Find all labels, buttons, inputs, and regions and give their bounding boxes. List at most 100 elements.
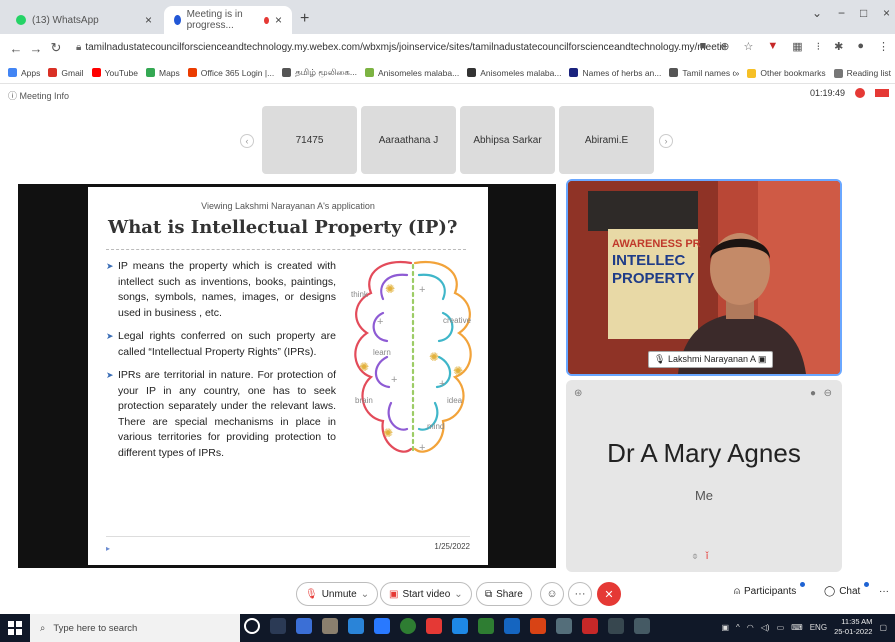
taskbar-search[interactable]: ⌕ Type here to search bbox=[30, 614, 240, 642]
shared-screen[interactable]: Viewing Lakshmi Narayanan A's applicatio… bbox=[18, 184, 556, 568]
extension-icon[interactable]: ⁝ bbox=[817, 40, 821, 53]
app-icon[interactable] bbox=[556, 618, 572, 634]
brain-word: learn bbox=[373, 348, 391, 357]
bookmark-names-of-herbs[interactable]: Names of herbs an... bbox=[569, 68, 661, 78]
tab-whatsapp[interactable]: (13) WhatsApp × bbox=[6, 6, 162, 34]
meeting-info-link[interactable]: ⓘ Meeting Info bbox=[8, 89, 69, 102]
tray-icon[interactable]: ▣ bbox=[721, 623, 729, 632]
bookmark-anisomeles-1[interactable]: Anisomeles malaba... bbox=[364, 68, 459, 78]
bookmark-office365[interactable]: Office 365 Login |... bbox=[187, 68, 274, 78]
chevron-down-icon[interactable]: ⌄ bbox=[361, 589, 369, 600]
task-view-icon[interactable] bbox=[270, 618, 286, 634]
strip-next-button[interactable]: › bbox=[659, 134, 673, 148]
participant-thumb[interactable]: Aaraathana J bbox=[361, 106, 456, 174]
app-icon[interactable] bbox=[608, 618, 624, 634]
star-icon[interactable]: ☆ bbox=[743, 40, 753, 53]
bullet-item: ➤ IP means the property which is created … bbox=[106, 259, 336, 321]
keyboard-icon[interactable]: ⌨ bbox=[791, 623, 803, 632]
forward-icon[interactable]: → bbox=[26, 41, 46, 56]
participant-thumb[interactable]: 71475 bbox=[262, 106, 357, 174]
chat-button[interactable]: ◯ Chat bbox=[824, 582, 870, 597]
bookmark-tamil-herbs[interactable]: தமிழ் மூலிகை... bbox=[282, 67, 357, 79]
participants-button[interactable]: ⍝ Participants bbox=[734, 582, 806, 597]
url-field[interactable]: 🔒︎ tamilnadustatecouncilforscienceandtech… bbox=[76, 38, 726, 58]
overflow-menu-button[interactable]: ··· bbox=[879, 586, 889, 597]
backdrop-text: AWARENESS PR bbox=[612, 238, 701, 250]
maximize-button[interactable]: □ bbox=[860, 6, 867, 20]
reactions-button[interactable]: ☺ bbox=[540, 582, 564, 606]
site-icon bbox=[569, 68, 579, 77]
chevron-up-icon[interactable]: ^ bbox=[736, 623, 740, 632]
unmute-button[interactable]: 🎙︎ Unmute ⌄ bbox=[296, 582, 379, 606]
strip-prev-button[interactable]: ‹ bbox=[240, 134, 254, 148]
volume-icon[interactable]: ◁) bbox=[761, 623, 770, 632]
divider bbox=[106, 249, 466, 250]
bookmarks-bar: Apps Gmail YouTube Maps Office 365 Login… bbox=[0, 62, 895, 84]
back-icon[interactable]: ← bbox=[6, 41, 26, 56]
menu-icon[interactable]: ⋮ bbox=[878, 40, 889, 53]
participant-thumb[interactable]: Abirami.E bbox=[559, 106, 654, 174]
start-video-button[interactable]: ▣ Start video ⌄ bbox=[380, 582, 472, 606]
reload-icon[interactable]: ↻ bbox=[46, 40, 66, 56]
close-tab-icon[interactable]: × bbox=[275, 13, 282, 27]
wifi-icon[interactable]: ◠ bbox=[747, 623, 754, 632]
more-bookmarks-button[interactable]: » bbox=[735, 68, 740, 78]
backdrop-text: INTELLEC bbox=[612, 252, 685, 269]
word-icon[interactable] bbox=[504, 618, 520, 634]
language-indicator[interactable]: ENG bbox=[810, 623, 827, 632]
other-bookmarks[interactable]: Other bookmarks bbox=[747, 68, 826, 78]
taskbar-clock[interactable]: 11:35 AM 25-01-2022 bbox=[834, 617, 872, 637]
battery-icon[interactable]: ▭ bbox=[777, 623, 785, 632]
self-view-tile[interactable]: ⊛ ● ⊖ Dr A Mary Agnes Me ⌽ ǐ bbox=[566, 380, 842, 572]
participant-thumb[interactable]: Abhipsa Sarkar bbox=[460, 106, 555, 174]
chrome-icon[interactable] bbox=[400, 618, 416, 634]
share-button[interactable]: ⧉ Share bbox=[476, 582, 532, 606]
minimize-button[interactable]: − bbox=[838, 6, 845, 20]
app-icon[interactable] bbox=[296, 618, 312, 634]
leave-meeting-button[interactable]: ✕ bbox=[597, 582, 621, 606]
close-tab-icon[interactable]: × bbox=[145, 13, 152, 27]
bookmarks-right: » Other bookmarks Reading list bbox=[734, 62, 895, 83]
bookmark-anisomeles-2[interactable]: Anisomeles malaba... bbox=[467, 68, 561, 78]
more-options-button[interactable]: ··· bbox=[568, 582, 592, 606]
excel-icon[interactable] bbox=[478, 618, 494, 634]
plus-icon: + bbox=[419, 284, 425, 296]
divider bbox=[106, 536, 470, 537]
app-icon[interactable] bbox=[322, 618, 338, 634]
tab-search-icon[interactable]: ⌄ bbox=[812, 6, 822, 20]
options-icon[interactable]: ⊖ bbox=[824, 388, 832, 399]
tab-webex-meeting[interactable]: Meeting is in progress... × bbox=[164, 6, 292, 34]
cortana-icon[interactable] bbox=[244, 618, 260, 634]
app-icon[interactable] bbox=[348, 618, 364, 634]
bookmark-maps[interactable]: Maps bbox=[145, 68, 180, 78]
extension-icon[interactable]: ▦ bbox=[792, 40, 802, 53]
share-icon[interactable]: ⊕ bbox=[720, 40, 729, 53]
extension-icon[interactable]: ▼ bbox=[767, 40, 778, 53]
bookmark-apps[interactable]: Apps bbox=[8, 68, 40, 78]
pin-icon[interactable]: ⊛ bbox=[574, 388, 582, 399]
bookmark-gmail[interactable]: Gmail bbox=[48, 68, 84, 78]
search-icon: ⌕ bbox=[40, 622, 46, 634]
app-icon[interactable] bbox=[452, 618, 468, 634]
app-icon[interactable] bbox=[582, 618, 598, 634]
new-tab-button[interactable]: + bbox=[300, 10, 309, 28]
notifications-icon[interactable]: ▢ bbox=[879, 623, 887, 632]
puzzle-icon[interactable]: ✱ bbox=[834, 40, 843, 53]
presenter-video[interactable]: AWARENESS PR INTELLEC PROPERTY 🎙︎ Lakshm… bbox=[566, 179, 842, 376]
chevron-down-icon[interactable]: ⌄ bbox=[454, 589, 462, 600]
profile-icon[interactable]: ● bbox=[857, 40, 864, 53]
app-icon[interactable] bbox=[374, 618, 390, 634]
whatsapp-icon bbox=[16, 15, 26, 25]
close-window-button[interactable]: × bbox=[883, 6, 890, 20]
start-button[interactable] bbox=[0, 614, 30, 642]
powerpoint-icon[interactable] bbox=[530, 618, 546, 634]
plus-icon: + bbox=[377, 316, 383, 328]
meeting-controls: 🎙︎ Unmute ⌄ ▣ Start video ⌄ ⧉ Share ☺ ··… bbox=[0, 576, 895, 612]
url-text: tamilnadustatecouncilforscienceandtechno… bbox=[85, 42, 726, 53]
app-icon[interactable] bbox=[634, 618, 650, 634]
bookmark-youtube[interactable]: YouTube bbox=[91, 68, 138, 78]
app-icon[interactable] bbox=[426, 618, 442, 634]
camera-icon[interactable]: ■ bbox=[700, 40, 707, 53]
reading-list[interactable]: Reading list bbox=[833, 68, 891, 78]
taskbar-apps bbox=[244, 618, 650, 634]
